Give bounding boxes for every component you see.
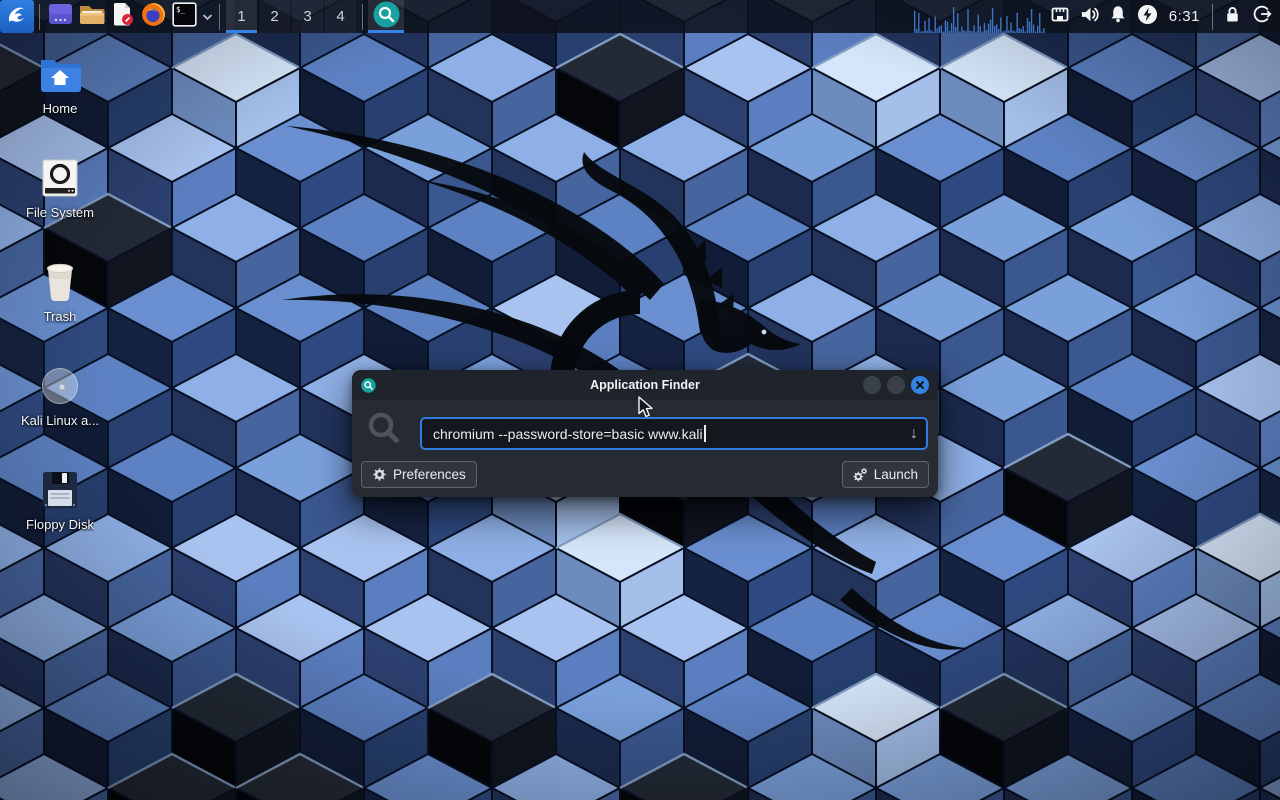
close-button[interactable]: [911, 376, 929, 394]
workspace-switcher-4[interactable]: 4: [325, 0, 356, 33]
terminal-icon: $_: [172, 2, 197, 32]
workspace-label: 1: [237, 8, 245, 25]
show-desktop-icon: [48, 3, 73, 30]
panel-separator: [219, 4, 220, 30]
volume-icon: [1078, 3, 1101, 31]
tray-logout[interactable]: [1247, 0, 1276, 33]
panel-clock[interactable]: 6:31: [1169, 8, 1200, 25]
tray-notifications[interactable]: [1104, 0, 1133, 33]
desktop-icon-floppy-disk[interactable]: Floppy Disk: [8, 468, 112, 532]
terminal-dropdown-chevron-icon[interactable]: [200, 0, 214, 33]
desktop-icon-label: Floppy Disk: [26, 517, 94, 532]
floppy-disk-icon: [38, 468, 82, 512]
lock-icon: [1222, 4, 1243, 30]
desktop-icon-home[interactable]: Home: [8, 52, 112, 116]
launcher-show-desktop[interactable]: [45, 0, 76, 33]
desktop-icon-label: Kali Linux a...: [21, 413, 99, 428]
launch-label: Launch: [874, 467, 918, 482]
tray-network[interactable]: [1046, 0, 1075, 33]
tray-screen-lock[interactable]: [1218, 0, 1247, 33]
launcher-text-editor[interactable]: [107, 0, 138, 33]
workspace-switcher-3[interactable]: 3: [292, 0, 323, 33]
hard-drive-icon: [38, 156, 82, 200]
kali-dragon-icon: [6, 3, 28, 30]
gear-icon: [372, 467, 387, 482]
panel-separator: [1212, 4, 1213, 30]
tray-power-manager[interactable]: [1133, 0, 1162, 33]
preferences-label: Preferences: [393, 467, 466, 482]
power-battery-icon: [1137, 4, 1158, 30]
bell-icon: [1107, 3, 1129, 30]
command-input[interactable]: chromium --password-store=basic www.kali…: [420, 417, 928, 450]
top-panel: $_ 1 2 3 4: [0, 0, 1280, 33]
close-icon: [915, 380, 925, 390]
kali-applications-menu-button[interactable]: [0, 0, 34, 33]
panel-separator: [39, 4, 40, 30]
launcher-terminal[interactable]: $_: [169, 0, 200, 33]
launch-button[interactable]: Launch: [842, 461, 929, 488]
window-appfinder-icon: [361, 378, 376, 393]
mouse-cursor: [637, 396, 657, 420]
preferences-button[interactable]: Preferences: [361, 461, 477, 488]
optical-disc-icon: [38, 364, 82, 408]
workspace-label: 3: [303, 8, 311, 25]
desktop-icon-file-system[interactable]: File System: [8, 156, 112, 220]
window-title: Application Finder: [352, 378, 938, 392]
command-input-value: chromium --password-store=basic www.kali: [433, 426, 703, 442]
appfinder-launcher-button[interactable]: [368, 0, 404, 33]
desktop-icon-trash[interactable]: Trash: [8, 260, 112, 324]
search-magnifier-icon: [365, 410, 403, 453]
desktop-icon-label: Trash: [44, 309, 77, 324]
firefox-icon: [141, 2, 166, 32]
desktop-icon-label: Home: [43, 101, 78, 116]
launcher-file-manager[interactable]: [76, 0, 107, 33]
desktop-icon-list: Home File System Trash: [8, 52, 112, 532]
launcher-firefox[interactable]: [138, 0, 169, 33]
workspace-switcher-2[interactable]: 2: [259, 0, 290, 33]
down-arrow-icon[interactable]: ↓: [910, 426, 918, 442]
application-finder-window: Application Finder chromium --password-s…: [352, 370, 938, 497]
svg-text:$_: $_: [176, 5, 186, 14]
desktop-icon-label: File System: [26, 205, 94, 220]
cpu-graph-monitor[interactable]: [914, 0, 1046, 33]
text-editor-icon: [111, 2, 135, 31]
file-manager-folder-icon: [79, 3, 105, 30]
logout-icon: [1251, 3, 1273, 30]
desktop-icon-kali-linux[interactable]: Kali Linux a...: [8, 364, 112, 428]
workspace-switcher-1[interactable]: 1: [226, 0, 257, 33]
trash-bin-icon: [38, 260, 82, 304]
home-folder-icon: [38, 52, 82, 96]
tray-volume[interactable]: [1075, 0, 1104, 33]
workspace-label: 4: [336, 8, 344, 25]
panel-separator: [362, 4, 363, 30]
run-gears-icon: [853, 467, 868, 482]
appfinder-magnifier-icon: [373, 1, 400, 33]
maximize-button[interactable]: [887, 376, 905, 394]
minimize-button[interactable]: [863, 376, 881, 394]
wired-network-icon: [1049, 3, 1071, 30]
text-caret: [704, 425, 706, 442]
workspace-label: 2: [270, 8, 278, 25]
